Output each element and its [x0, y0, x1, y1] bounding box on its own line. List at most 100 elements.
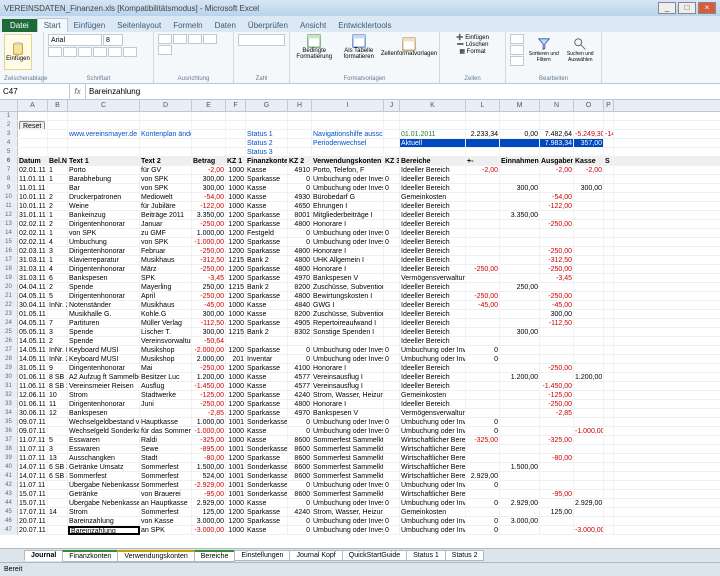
cell[interactable]	[574, 346, 604, 354]
align-center-button[interactable]	[173, 34, 187, 44]
cell[interactable]: Vereinsausflug I	[312, 382, 384, 390]
cell[interactable]: Strom	[68, 391, 140, 399]
cell[interactable]: 6 SB 2	[48, 463, 68, 471]
cell[interactable]: -250,00	[192, 247, 226, 255]
cell[interactable]: 1215	[226, 328, 246, 336]
cell[interactable]	[384, 193, 400, 201]
cell[interactable]: Wirtschaftlicher Bereich	[400, 436, 466, 444]
cell[interactable]	[466, 211, 500, 219]
cell[interactable]	[48, 139, 68, 147]
cell[interactable]	[384, 364, 400, 372]
cell[interactable]: 4577	[288, 382, 312, 390]
cell[interactable]: Wirtschaftlicher Bereich	[400, 472, 466, 480]
cell[interactable]: Gemeinkosten	[400, 391, 466, 399]
cell[interactable]	[574, 364, 604, 372]
cell[interactable]: Honorare I	[312, 364, 384, 372]
cell[interactable]: www.vereinsmayer.de	[68, 130, 140, 138]
ribbon-tab-start[interactable]: Start	[37, 18, 68, 32]
cell[interactable]: von SPK	[68, 229, 140, 237]
cell[interactable]: Umbuchung	[68, 238, 140, 246]
cell[interactable]: Sommerfest Sammelkto W	[312, 490, 384, 498]
cell[interactable]	[500, 400, 540, 408]
cell[interactable]	[48, 148, 68, 156]
cell[interactable]: Einnahmen	[500, 157, 540, 165]
cell[interactable]: 1.500,00	[500, 463, 540, 471]
cell[interactable]	[288, 112, 312, 120]
find-select-button[interactable]: Suchen und Auswählen	[564, 37, 598, 63]
cell[interactable]: 1.200,00	[192, 373, 226, 381]
cell[interactable]: 300,00	[500, 184, 540, 192]
row-header[interactable]: 7	[0, 166, 18, 174]
cell[interactable]: -325,00	[466, 436, 500, 444]
cell[interactable]: Bewirtungskosten I	[312, 292, 384, 300]
cell[interactable]: 0	[384, 526, 400, 534]
cell[interactable]: Gemeinkosten	[400, 193, 466, 201]
cell[interactable]	[384, 211, 400, 219]
cell[interactable]	[384, 382, 400, 390]
cell[interactable]	[540, 445, 574, 453]
cell[interactable]	[466, 319, 500, 327]
cell[interactable]	[500, 256, 540, 264]
cell[interactable]: 0	[384, 229, 400, 237]
cell[interactable]: 1000	[226, 436, 246, 444]
cell[interactable]: Spende	[68, 328, 140, 336]
cell[interactable]: Klavierreparatur	[68, 256, 140, 264]
row-header[interactable]: 42	[0, 481, 18, 489]
cell[interactable]: Sparkasse	[246, 391, 288, 399]
cell[interactable]: 9	[48, 364, 68, 372]
cell[interactable]: 0	[466, 355, 500, 363]
name-box[interactable]: C47	[0, 84, 70, 99]
cell[interactable]	[500, 310, 540, 318]
cell[interactable]: 4800	[288, 292, 312, 300]
row-header[interactable]: 37	[0, 436, 18, 444]
cell[interactable]: 1001	[226, 481, 246, 489]
cell[interactable]: -112,50	[192, 319, 226, 327]
cell[interactable]: 8600	[288, 472, 312, 480]
cell[interactable]: 1.000,00	[192, 418, 226, 426]
cell[interactable]: InNr. 22	[48, 301, 68, 309]
cell[interactable]: 2	[48, 202, 68, 210]
sheet-tab[interactable]: Bereiche	[194, 550, 236, 562]
cell[interactable]: Finanzkonten	[246, 157, 288, 165]
cell[interactable]: 300,00	[540, 310, 574, 318]
cell[interactable]: 1200	[226, 247, 246, 255]
cell[interactable]	[604, 247, 614, 255]
cell[interactable]: Müller Verlag	[140, 319, 192, 327]
row-header[interactable]: 24	[0, 319, 18, 327]
cell[interactable]	[500, 175, 540, 183]
cell[interactable]	[466, 112, 500, 120]
cell[interactable]: 7	[48, 319, 68, 327]
cell[interactable]: Strom, Wasser, Heizung G	[312, 391, 384, 399]
cell[interactable]: Betrag	[192, 157, 226, 165]
cell[interactable]: 10	[48, 391, 68, 399]
cell[interactable]: Sonderkasse	[246, 463, 288, 471]
cell[interactable]: Partituren	[68, 319, 140, 327]
cell[interactable]	[604, 454, 614, 462]
cell[interactable]: 02.01.11	[18, 166, 48, 174]
cell[interactable]	[604, 112, 614, 120]
cell[interactable]: Ideeller Bereich	[400, 319, 466, 327]
cell[interactable]: 0	[288, 346, 312, 354]
row-header[interactable]: 23	[0, 310, 18, 318]
cell[interactable]	[466, 202, 500, 210]
cell[interactable]: Sparkasse	[246, 400, 288, 408]
cell[interactable]: Umbuchung oder Investition	[312, 355, 384, 363]
cell[interactable]: Umbuchung oder Investition	[400, 526, 466, 534]
cell[interactable]: Sparkasse	[246, 274, 288, 282]
cell[interactable]: Sommerfest	[140, 508, 192, 516]
cell[interactable]: Stadt	[140, 454, 192, 462]
cell[interactable]	[604, 256, 614, 264]
cell[interactable]	[604, 292, 614, 300]
cell[interactable]: Umbuchung oder Investition	[312, 229, 384, 237]
cell[interactable]: 1200	[226, 364, 246, 372]
ribbon-tab-seitenlayout[interactable]: Seitenlayout	[111, 19, 167, 32]
cell[interactable]	[384, 301, 400, 309]
cell[interactable]: Barabhebung	[68, 175, 140, 183]
cell[interactable]	[466, 274, 500, 282]
cell[interactable]	[604, 445, 614, 453]
cell[interactable]: -250,00	[540, 292, 574, 300]
cell[interactable]	[604, 121, 614, 129]
cell[interactable]: InNr. 8	[48, 346, 68, 354]
cell[interactable]	[574, 193, 604, 201]
cell[interactable]: April	[140, 292, 192, 300]
